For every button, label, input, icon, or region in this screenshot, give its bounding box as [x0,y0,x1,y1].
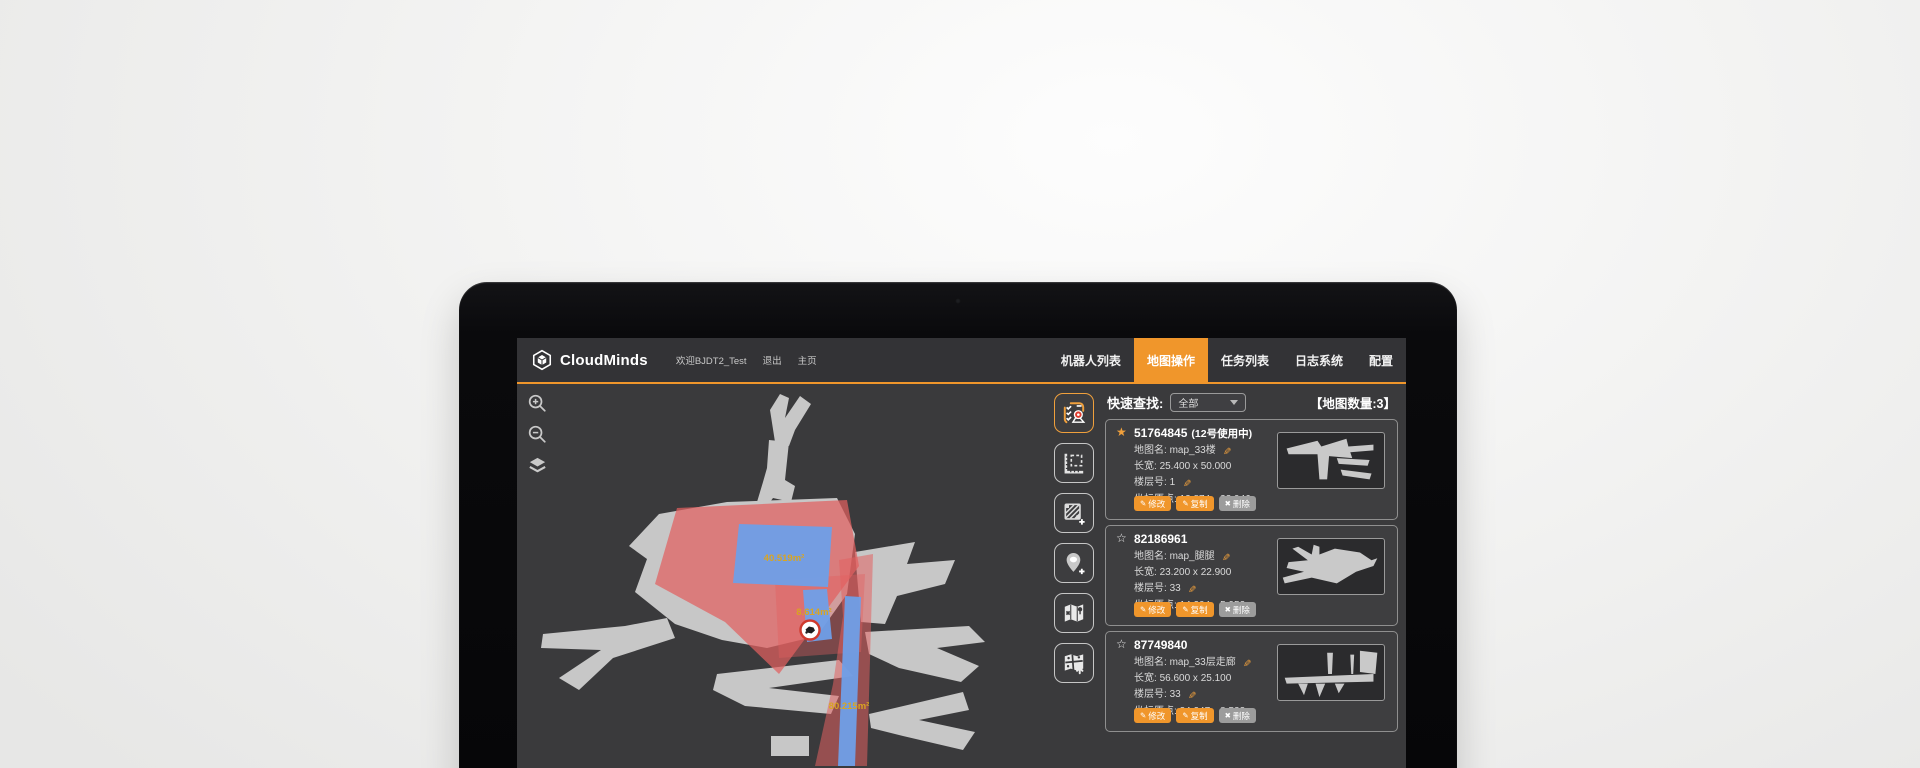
area-label-2: 8.614m² [796,607,831,618]
map-card[interactable]: ★ 51764845 (12号使用中) 地图名: map_33楼 ✎ 长宽: 25… [1105,419,1398,520]
map-name-row: 地图名: map_腿腿 ✎ [1134,549,1245,565]
delete-map-tool[interactable] [1054,593,1094,633]
add-pin-icon [1061,550,1087,576]
cloudminds-hexagon-icon [531,349,553,371]
delete-icon: ✖ [1225,711,1231,720]
map-id: 82186961 [1134,532,1187,546]
mapping-task-tool[interactable] [1054,393,1094,433]
robot-marker[interactable] [801,621,820,640]
delete-icon: ✖ [1225,499,1231,508]
map-id: 87749840 [1134,638,1187,652]
copy-button[interactable]: ✎复制 [1176,602,1213,617]
edit-icon[interactable]: ✎ [1183,691,1199,699]
layers-button[interactable] [526,454,548,476]
webcam-dot [955,298,961,304]
area-label-3: 80.215m² [829,701,870,712]
top-navbar: CloudMinds 欢迎BJDT2_Test 退出 主页 机器人列表 地图操作… [517,338,1406,384]
map-toolbar [1045,384,1103,766]
map-card[interactable]: ☆ 87749840 地图名: map_33层走廊 ✎ 长宽: 56.600 x… [1105,631,1398,732]
measure-area-tool[interactable] [1054,443,1094,483]
delete-button[interactable]: ✖删除 [1219,708,1256,723]
app-window: CloudMinds 欢迎BJDT2_Test 退出 主页 机器人列表 地图操作… [517,338,1406,768]
modify-button[interactable]: ✎修改 [1134,602,1171,617]
quick-find-label: 快速查找: [1107,393,1163,412]
copy-button[interactable]: ✎复制 [1176,708,1213,723]
tab-robot-list[interactable]: 机器人列表 [1048,338,1134,382]
star-outline-icon[interactable]: ☆ [1116,637,1127,651]
star-filled-icon[interactable]: ★ [1116,425,1127,439]
tab-config[interactable]: 配置 [1356,338,1406,382]
edit-icon: ✎ [1140,711,1146,720]
brand-name: CloudMinds [560,352,648,369]
map-count-text: 【地图数量:3】 [1310,393,1396,412]
page-background: CloudMinds 欢迎BJDT2_Test 退出 主页 机器人列表 地图操作… [0,0,1920,768]
welcome-text: 欢迎BJDT2_Test [676,353,747,367]
logout-link[interactable]: 退出 [763,353,782,367]
edit-icon[interactable]: ✎ [1177,479,1193,487]
map-floor-row: 楼层号: 33 ✎ [1134,581,1245,597]
delete-button[interactable]: ✖删除 [1219,496,1256,511]
map-thumbnail [1277,432,1385,489]
tab-task-list[interactable]: 任务列表 [1208,338,1282,382]
laptop-mockup: CloudMinds 欢迎BJDT2_Test 退出 主页 机器人列表 地图操作… [459,282,1457,768]
zoom-in-icon [527,393,548,414]
upload-map-icon [1061,650,1087,676]
edit-icon[interactable]: ✎ [1216,553,1232,561]
upload-map-tool[interactable] [1054,643,1094,683]
occupancy-map: 40.519m² 8.614m² 80.215m² [517,384,1045,766]
delete-button[interactable]: ✖删除 [1219,602,1256,617]
add-pin-tool[interactable] [1054,543,1094,583]
mapping-task-icon [1061,400,1087,426]
map-id: 51764845 [1134,426,1187,440]
map-canvas[interactable]: 40.519m² 8.614m² 80.215m² [517,384,1045,766]
edit-icon: ✎ [1182,499,1188,508]
map-name-row: 地图名: map_33层走廊 ✎ [1134,655,1250,671]
selected-option: 全部 [1178,395,1198,410]
map-card[interactable]: ☆ 82186961 地图名: map_腿腿 ✎ 长宽: 23.200 x 22… [1105,525,1398,626]
edit-icon[interactable]: ✎ [1218,447,1234,455]
modify-button[interactable]: ✎修改 [1134,496,1171,511]
star-outline-icon[interactable]: ☆ [1116,531,1127,545]
edit-icon: ✎ [1182,711,1188,720]
add-region-icon [1061,500,1087,526]
edit-icon: ✎ [1140,605,1146,614]
tab-log-system[interactable]: 日志系统 [1282,338,1356,382]
zoom-out-button[interactable] [526,423,548,445]
edit-icon[interactable]: ✎ [1238,659,1254,667]
area-label-1: 40.519m² [764,553,805,564]
map-in-use-badge: (12号使用中) [1191,428,1252,440]
chevron-down-icon [1230,400,1238,405]
copy-button[interactable]: ✎复制 [1176,496,1213,511]
home-link[interactable]: 主页 [798,353,817,367]
map-size-row: 长宽: 25.400 x 50.000 [1134,459,1251,475]
nav-tabs: 机器人列表 地图操作 任务列表 日志系统 配置 [1048,338,1406,382]
map-floor-row: 楼层号: 33 ✎ [1134,687,1250,703]
map-size-row: 长宽: 56.600 x 25.100 [1134,671,1250,687]
edit-icon[interactable]: ✎ [1183,585,1199,593]
zoom-in-button[interactable] [526,392,548,414]
edit-icon: ✎ [1182,605,1188,614]
delete-map-icon [1061,600,1087,626]
zoom-out-icon [527,424,548,445]
layers-icon [527,455,548,476]
map-list-panel: 快速查找: 全部 【地图数量:3】 ★ 51764845 (12号使用中) 地图名… [1103,384,1406,766]
brand-logo: CloudMinds [531,349,648,371]
map-size-row: 长宽: 23.200 x 22.900 [1134,565,1245,581]
delete-icon: ✖ [1225,605,1231,614]
map-thumbnail [1277,644,1385,701]
map-thumbnail [1277,538,1385,595]
map-name-row: 地图名: map_33楼 ✎ [1134,443,1251,459]
tab-map-operation[interactable]: 地图操作 [1134,338,1208,382]
measure-area-icon [1061,450,1087,476]
add-region-tool[interactable] [1054,493,1094,533]
modify-button[interactable]: ✎修改 [1134,708,1171,723]
quick-find-select[interactable]: 全部 [1170,393,1246,412]
map-controls [526,392,548,476]
map-floor-row: 楼层号: 1 ✎ [1134,475,1251,491]
edit-icon: ✎ [1140,499,1146,508]
